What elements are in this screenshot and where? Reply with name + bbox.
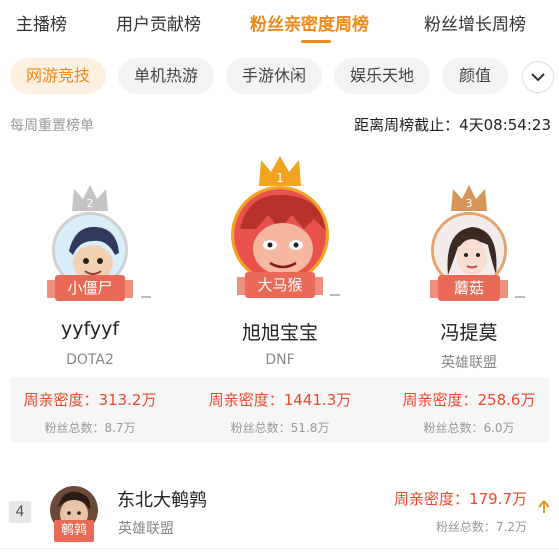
- active-tab-indicator: [301, 40, 331, 43]
- countdown-timer: 距离周榜截止：4天08:54:23: [354, 116, 551, 134]
- banner-tail: [330, 294, 340, 296]
- weekly-intimacy: 周亲密度：179.7万: [394, 490, 527, 508]
- nickname-banner: 蘑菇: [430, 275, 508, 301]
- ranking-list-row[interactable]: 4 鹌鹑 东北大鹌鹑 英雄联盟 周亲密度：179.7万 粉丝总数：7.2万: [0, 478, 559, 548]
- fan-total: 粉丝总数：51.8万: [230, 421, 330, 435]
- anchor-name: 旭旭宝宝: [241, 322, 318, 344]
- gold-crown-icon: 1: [259, 156, 301, 186]
- rank-number: 4: [9, 501, 31, 523]
- weekly-intimacy: 周亲密度：313.2万: [23, 391, 157, 409]
- avatar: [231, 186, 329, 284]
- bronze-crown-icon: 3: [451, 185, 487, 211]
- weekly-reset-note: 每周重置榜单: [10, 118, 94, 134]
- category-pill-mobile-casual[interactable]: 手游休闲: [226, 58, 322, 94]
- svg-text:3: 3: [466, 197, 473, 210]
- silver-crown-icon: 2: [72, 185, 108, 211]
- podium-rank-3[interactable]: 3 蘑菇 冯提莫 英雄联盟: [379, 150, 559, 375]
- anchor-name: yyfyyf: [60, 318, 120, 340]
- anchor-name: 冯提莫: [440, 322, 498, 344]
- game-name: 英雄联盟: [441, 355, 497, 371]
- category-bar: 网游竞技 单机热游 手游休闲 娱乐天地 颜值: [0, 52, 559, 102]
- game-name: DNF: [265, 352, 295, 368]
- banner-tail: [141, 296, 151, 298]
- info-row: 每周重置榜单 距离周榜截止：4天08:54:23: [0, 112, 559, 136]
- category-pill-online-games[interactable]: 网游竞技: [10, 58, 106, 94]
- game-name: DOTA2: [66, 352, 114, 368]
- podium-rank-2[interactable]: 2 小僵尸 yyfyyf DOTA2: [0, 150, 180, 375]
- up-arrow-icon: [538, 500, 550, 518]
- chevron-down-icon: [531, 73, 545, 82]
- tab-fan-intimacy-weekly[interactable]: 粉丝亲密度周榜: [250, 10, 369, 35]
- tab-user-contribution[interactable]: 用户贡献榜: [116, 10, 201, 35]
- avatar-image: [234, 189, 326, 281]
- game-name: 英雄联盟: [118, 521, 174, 537]
- banner-tail: [515, 296, 525, 298]
- nickname-banner: 大马猴: [237, 272, 323, 298]
- ranking-tabs: 主播榜 用户贡献榜 粉丝亲密度周榜 粉丝增长周榜: [0, 0, 559, 46]
- category-pill-looks[interactable]: 颜值: [442, 58, 508, 94]
- category-pill-single-player[interactable]: 单机热游: [118, 58, 214, 94]
- fan-total: 粉丝总数：8.7万: [44, 421, 136, 435]
- anchor-name: 东北大鹌鹑: [117, 490, 207, 511]
- divider: [0, 548, 559, 549]
- nickname-banner: 小僵尸: [47, 275, 133, 301]
- fan-total: 粉丝总数：6.0万: [423, 421, 515, 435]
- weekly-intimacy: 周亲密度：1441.3万: [208, 391, 352, 409]
- svg-text:2: 2: [87, 197, 94, 210]
- fan-total: 粉丝总数：7.2万: [435, 520, 527, 534]
- weekly-intimacy: 周亲密度：258.6万: [402, 391, 536, 409]
- nickname-banner: 鹌鹑: [54, 520, 94, 542]
- podium-rank-1[interactable]: 1 大马猴 旭旭宝宝 DNF: [190, 150, 370, 375]
- svg-text:1: 1: [276, 171, 284, 185]
- tab-anchor-rank[interactable]: 主播榜: [16, 10, 67, 35]
- more-categories-button[interactable]: [522, 61, 554, 93]
- category-pill-entertainment[interactable]: 娱乐天地: [334, 58, 430, 94]
- tab-fan-growth-weekly[interactable]: 粉丝增长周榜: [424, 10, 526, 35]
- podium-stats-band: 周亲密度：313.2万 粉丝总数：8.7万 周亲密度：1441.3万 粉丝总数：…: [10, 377, 549, 443]
